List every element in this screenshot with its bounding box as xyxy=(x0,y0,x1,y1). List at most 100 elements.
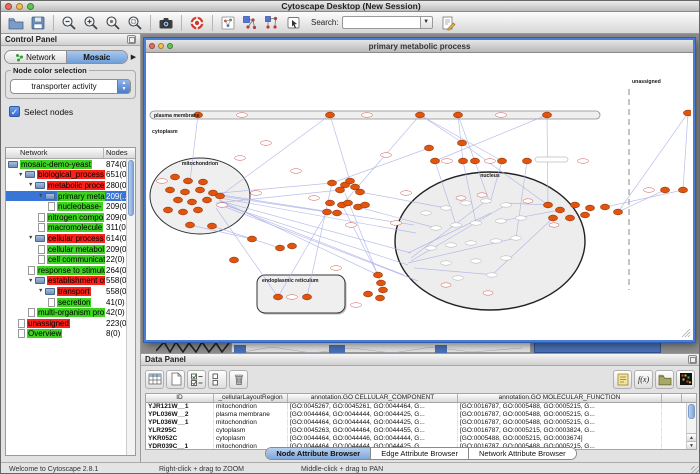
layout-a-button[interactable] xyxy=(240,14,260,32)
heatmap-button[interactable] xyxy=(676,370,695,389)
open-session-button[interactable] xyxy=(6,14,26,32)
tree-expander-icon[interactable]: ▼ xyxy=(28,278,35,284)
formula-builder-button[interactable]: f(x) xyxy=(634,370,653,389)
table-row[interactable]: YPL036W__2plasma membrane[GO:0044464, GO… xyxy=(146,411,696,419)
network-node[interactable] xyxy=(181,189,190,195)
network-node[interactable] xyxy=(184,178,193,184)
network-node[interactable] xyxy=(230,257,239,263)
network-node[interactable] xyxy=(323,209,332,215)
network-node[interactable] xyxy=(379,287,388,293)
tree-item-label[interactable]: multi-organism pro xyxy=(37,308,105,317)
table-row[interactable]: YLR295Ccytoplasm[GO:0045263, GO:0044464,… xyxy=(146,427,696,435)
notes-button[interactable] xyxy=(613,370,632,389)
tree-item-label[interactable]: response to stimulu xyxy=(37,266,105,275)
network-node[interactable] xyxy=(346,178,355,184)
network-node[interactable] xyxy=(194,207,203,213)
create-attribute-button[interactable] xyxy=(166,370,185,389)
nucleus-region[interactable] xyxy=(395,172,585,310)
network-node[interactable] xyxy=(328,180,337,186)
import-attributes-button[interactable] xyxy=(655,370,674,389)
network-node[interactable] xyxy=(544,202,553,208)
float-panel-icon[interactable] xyxy=(127,35,136,44)
network-node[interactable] xyxy=(344,200,353,206)
table-column-header[interactable]: _cellularLayoutRegion xyxy=(214,394,288,402)
tree-row[interactable]: Overview8(0) xyxy=(6,329,135,340)
layout-b-button[interactable] xyxy=(262,14,282,32)
network-node[interactable] xyxy=(186,222,195,228)
tree-column-network[interactable]: Network xyxy=(6,148,104,158)
tab-mosaic[interactable]: Mosaic xyxy=(66,51,128,63)
zoom-out-button[interactable] xyxy=(59,14,79,32)
tab-overflow-arrow[interactable]: ▶ xyxy=(128,53,137,61)
tree-expander-icon[interactable]: ▼ xyxy=(38,288,45,294)
tree-item-label[interactable]: unassigned xyxy=(27,319,70,328)
tree-row[interactable]: cellular metabol209(0) xyxy=(6,244,135,255)
network-node[interactable] xyxy=(164,207,173,213)
tab-network-attribute-browser[interactable]: Network Attribute Browser xyxy=(468,448,576,459)
network-node[interactable] xyxy=(543,112,552,118)
network-node[interactable] xyxy=(276,245,285,251)
network-node[interactable] xyxy=(203,197,212,203)
network-node[interactable] xyxy=(425,145,434,151)
tree-item-label[interactable]: nitrogen compo xyxy=(47,213,104,222)
network-node[interactable] xyxy=(174,197,183,203)
tree-scrollbar[interactable] xyxy=(126,159,135,455)
network-node[interactable] xyxy=(274,294,283,300)
search-input[interactable] xyxy=(342,16,420,29)
tree-row[interactable]: cell communicat22(0) xyxy=(6,254,135,265)
table-column-header[interactable]: annotation.GO MOLECULAR_FUNCTION xyxy=(458,394,662,402)
tree-row[interactable]: nitrogen compo209(0) xyxy=(6,212,135,223)
network-node[interactable] xyxy=(356,189,365,195)
tree-item-label[interactable]: cellular metabol xyxy=(47,245,105,254)
network-node[interactable] xyxy=(364,291,373,297)
resize-grip[interactable] xyxy=(691,466,700,474)
tab-network[interactable]: Network xyxy=(5,51,66,63)
tree-item-label[interactable]: mosaic-demo-yeast xyxy=(20,160,92,169)
network-node[interactable] xyxy=(208,223,217,229)
help-button[interactable] xyxy=(187,14,207,32)
snapshot-button[interactable] xyxy=(156,14,176,32)
zoom-selected-button[interactable] xyxy=(103,14,123,32)
tree-row[interactable]: mosaic-demo-yeast874(0) xyxy=(6,159,135,170)
tree-item-label[interactable]: Overview xyxy=(27,329,62,338)
tree-row[interactable]: multi-organism pro42(0) xyxy=(6,307,135,318)
select-mode-button[interactable] xyxy=(284,14,304,32)
select-attributes-button[interactable] xyxy=(187,370,206,389)
network-node[interactable] xyxy=(586,205,595,211)
network-node[interactable] xyxy=(454,112,463,118)
tree-item-label[interactable]: macromolecule xyxy=(47,223,103,232)
network-canvas[interactable]: plasma membranecytoplasmmitochondrionnuc… xyxy=(146,53,693,340)
tree-item-label[interactable]: biological_process xyxy=(37,170,105,179)
tree-row[interactable]: nucleobase-209(0) xyxy=(6,201,135,212)
table-row[interactable]: YKR052Ccytoplasm[GO:0044464, GO:0044446,… xyxy=(146,435,696,443)
network-node[interactable] xyxy=(377,280,386,286)
network-graph[interactable]: plasma membranecytoplasmmitochondrionnuc… xyxy=(146,53,691,338)
table-scrollbar[interactable]: ▲ ▼ xyxy=(686,403,696,449)
zoom-in-button[interactable] xyxy=(81,14,101,32)
background-window-fragment[interactable] xyxy=(534,341,661,353)
network-node[interactable] xyxy=(326,112,335,118)
network-node[interactable] xyxy=(471,158,480,164)
tab-edge-attribute-browser[interactable]: Edge Attribute Browser xyxy=(370,448,468,459)
tree-expander-icon[interactable]: ▼ xyxy=(18,172,25,178)
tree-item-label[interactable]: metabolic process xyxy=(47,181,105,190)
network-node[interactable] xyxy=(303,294,312,300)
tree-item-label[interactable]: transport xyxy=(57,287,91,296)
network-node[interactable] xyxy=(374,272,383,278)
network-node[interactable] xyxy=(333,210,342,216)
network-node[interactable] xyxy=(166,187,175,193)
network-node[interactable] xyxy=(179,209,188,215)
network-node[interactable] xyxy=(556,207,565,213)
background-window-fragment[interactable] xyxy=(156,341,231,353)
tree-row[interactable]: ▼primary metabo209(... xyxy=(6,191,135,202)
network-node[interactable] xyxy=(196,187,205,193)
annotation-button[interactable] xyxy=(438,14,458,32)
network-node[interactable] xyxy=(549,215,558,221)
network-node[interactable] xyxy=(431,158,440,164)
network-node[interactable] xyxy=(581,212,590,218)
network-node[interactable] xyxy=(571,202,580,208)
table-row[interactable]: YJR121W__1mitochondrion[GO:0045267, GO:0… xyxy=(146,403,696,411)
tree-row[interactable]: response to stimulu264(0) xyxy=(6,265,135,276)
select-nodes-checkbox[interactable]: ✓ xyxy=(9,106,20,117)
float-panel-icon[interactable] xyxy=(688,355,697,364)
